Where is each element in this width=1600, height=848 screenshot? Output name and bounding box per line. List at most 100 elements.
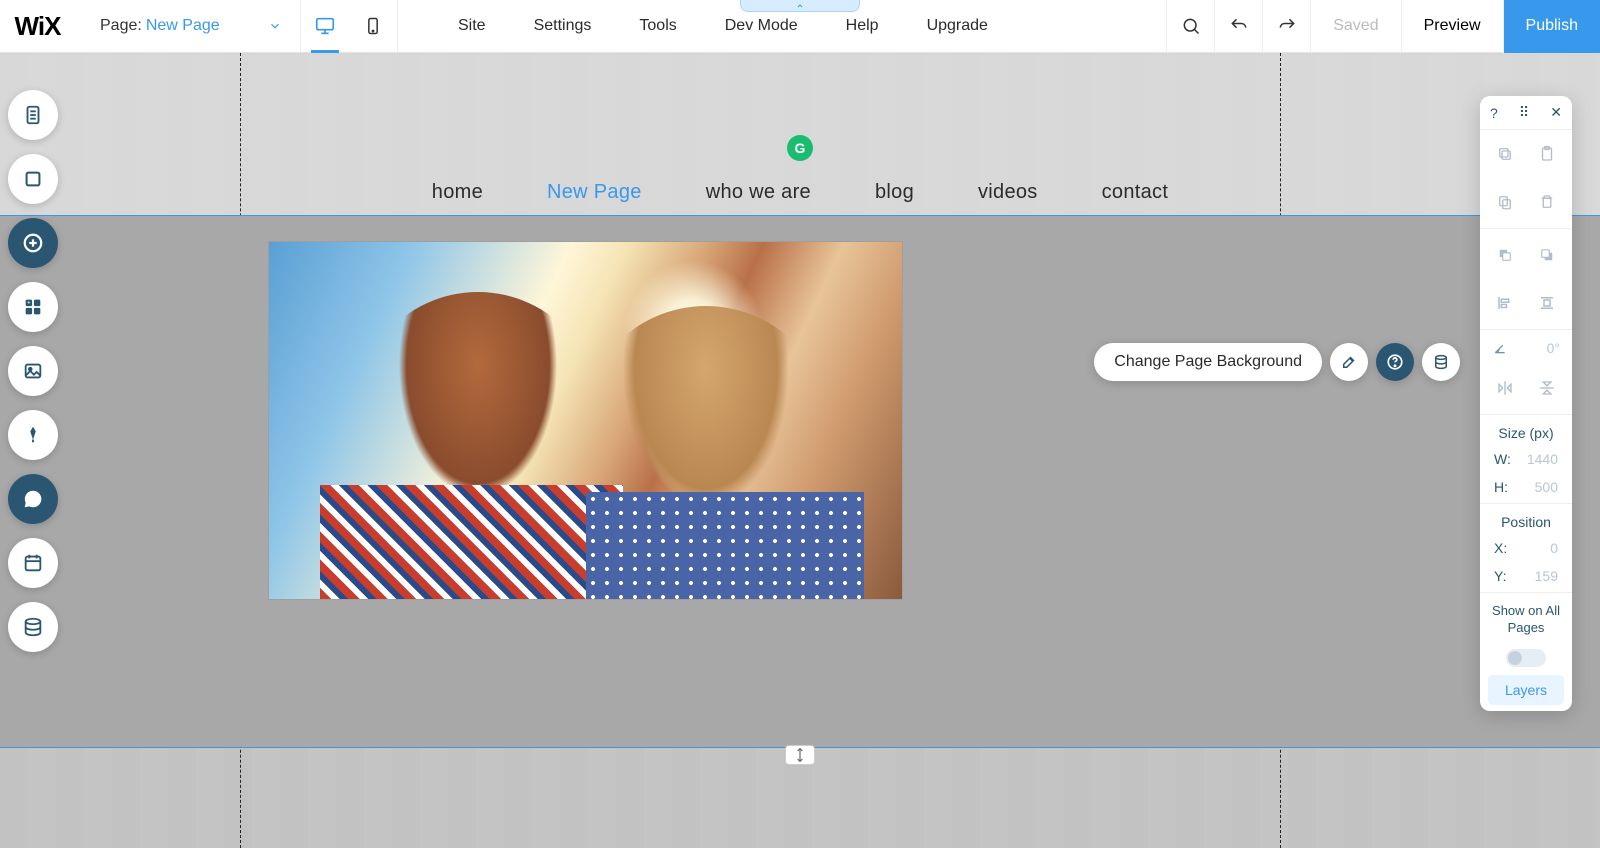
flip-vertical-button[interactable] [1529, 374, 1565, 402]
saved-status: Saved [1310, 0, 1400, 53]
properties-panel[interactable]: ? ⠿ ✕ 0° Size (px) W:1440 H:500 Position… [1480, 96, 1572, 711]
device-toggle [300, 0, 398, 52]
nav-new-page[interactable]: New Page [547, 181, 642, 204]
pen-icon [22, 424, 44, 446]
show-on-all-pages-label: Show on All Pages [1480, 595, 1572, 645]
apps-button[interactable]: + [8, 282, 58, 332]
width-field[interactable]: W:1440 [1480, 445, 1572, 473]
menu-dev-mode[interactable]: Dev Mode [725, 17, 798, 35]
hero-image[interactable] [269, 242, 902, 599]
angle-icon [1492, 340, 1508, 356]
site-nav-menu[interactable]: home New Page who we are blog videos con… [0, 181, 1600, 204]
mobile-view-button[interactable] [349, 0, 397, 53]
database-icon [1432, 353, 1450, 371]
nav-blog[interactable]: blog [875, 181, 914, 204]
context-toolbar: Change Page Background [1094, 343, 1460, 381]
show-on-all-pages-toggle[interactable] [1506, 649, 1546, 667]
send-back-button[interactable] [1529, 241, 1565, 269]
duplicate-icon [1496, 193, 1514, 211]
redo-button[interactable] [1262, 0, 1310, 53]
flip-h-icon [1496, 379, 1514, 397]
database-icon [22, 616, 44, 638]
x-field[interactable]: X:0 [1480, 534, 1572, 562]
paste-button[interactable] [1529, 140, 1565, 168]
page-icon [22, 104, 44, 126]
front-icon [1496, 246, 1514, 264]
page-name: New Page [146, 17, 220, 35]
nav-videos[interactable]: videos [978, 181, 1038, 204]
size-title: Size (px) [1480, 417, 1572, 445]
duplicate-button[interactable] [1487, 188, 1523, 216]
background-button[interactable] [8, 154, 58, 204]
top-right-actions: Saved Preview Publish [1166, 0, 1600, 52]
grammarly-badge[interactable]: G [787, 135, 813, 161]
trash-icon [1538, 193, 1556, 211]
data-button[interactable] [1422, 343, 1460, 381]
align-left-button[interactable] [1487, 289, 1523, 317]
blog-button[interactable] [8, 410, 58, 460]
undo-button[interactable] [1214, 0, 1262, 53]
distribute-button[interactable] [1529, 289, 1565, 317]
editor-canvas[interactable]: G home New Page who we are blog videos c… [0, 53, 1600, 848]
section-resize-handle[interactable] [785, 745, 815, 765]
design-button[interactable] [1330, 343, 1368, 381]
layers-button[interactable]: Layers [1488, 675, 1564, 705]
panel-drag-icon[interactable]: ⠿ [1519, 104, 1529, 121]
ascend-button[interactable] [8, 474, 58, 524]
bookings-button[interactable] [8, 538, 58, 588]
publish-button[interactable]: Publish [1503, 0, 1600, 53]
menu-upgrade[interactable]: Upgrade [927, 17, 988, 35]
bring-front-button[interactable] [1487, 241, 1523, 269]
position-title: Position [1480, 506, 1572, 534]
change-background-button[interactable]: Change Page Background [1094, 343, 1322, 381]
copy-icon [1496, 145, 1514, 163]
svg-text:+: + [27, 300, 31, 307]
delete-button[interactable] [1529, 188, 1565, 216]
flip-horizontal-button[interactable] [1487, 374, 1523, 402]
add-element-button[interactable] [8, 218, 58, 268]
help-button[interactable] [1376, 343, 1414, 381]
square-icon [22, 168, 44, 190]
content-manager-button[interactable] [8, 602, 58, 652]
top-menu: Site Settings Tools Dev Mode Help Upgrad… [458, 17, 988, 35]
menu-tools[interactable]: Tools [639, 17, 676, 35]
nav-home[interactable]: home [432, 181, 483, 204]
chevron-down-icon [268, 19, 282, 33]
panel-close-icon[interactable]: ✕ [1550, 104, 1562, 121]
distribute-icon [1538, 294, 1556, 312]
panel-header: ? ⠿ ✕ [1480, 96, 1572, 130]
media-button[interactable] [8, 346, 58, 396]
nav-who-we-are[interactable]: who we are [706, 181, 811, 204]
y-field[interactable]: Y:159 [1480, 562, 1572, 590]
nav-contact[interactable]: contact [1102, 181, 1169, 204]
brush-icon [1340, 353, 1358, 371]
calendar-icon [22, 552, 44, 574]
top-drawer-handle[interactable] [740, 0, 860, 12]
page-selector[interactable]: Page: New Page [75, 17, 300, 35]
panel-help-icon[interactable]: ? [1490, 105, 1498, 121]
paste-icon [1538, 145, 1556, 163]
question-icon [1386, 353, 1404, 371]
pages-button[interactable] [8, 90, 58, 140]
copy-button[interactable] [1487, 140, 1523, 168]
height-field[interactable]: H:500 [1480, 473, 1572, 501]
rotation-value: 0° [1547, 340, 1560, 356]
plus-icon [22, 232, 44, 254]
desktop-view-button[interactable] [301, 0, 349, 53]
top-bar: WiX Page: New Page Site Settings Tools D… [0, 0, 1600, 53]
chat-icon [22, 488, 44, 510]
menu-settings[interactable]: Settings [534, 17, 592, 35]
left-tool-column: + [8, 90, 58, 652]
back-icon [1538, 246, 1556, 264]
menu-site[interactable]: Site [458, 17, 486, 35]
zoom-button[interactable] [1166, 0, 1214, 53]
align-left-icon [1496, 294, 1514, 312]
apps-icon: + [22, 296, 44, 318]
rotation-row[interactable]: 0° [1480, 332, 1572, 364]
page-label: Page: [100, 17, 142, 35]
preview-button[interactable]: Preview [1401, 0, 1503, 53]
image-icon [22, 360, 44, 382]
menu-help[interactable]: Help [846, 17, 879, 35]
flip-v-icon [1538, 379, 1556, 397]
wix-logo: WiX [0, 11, 75, 42]
